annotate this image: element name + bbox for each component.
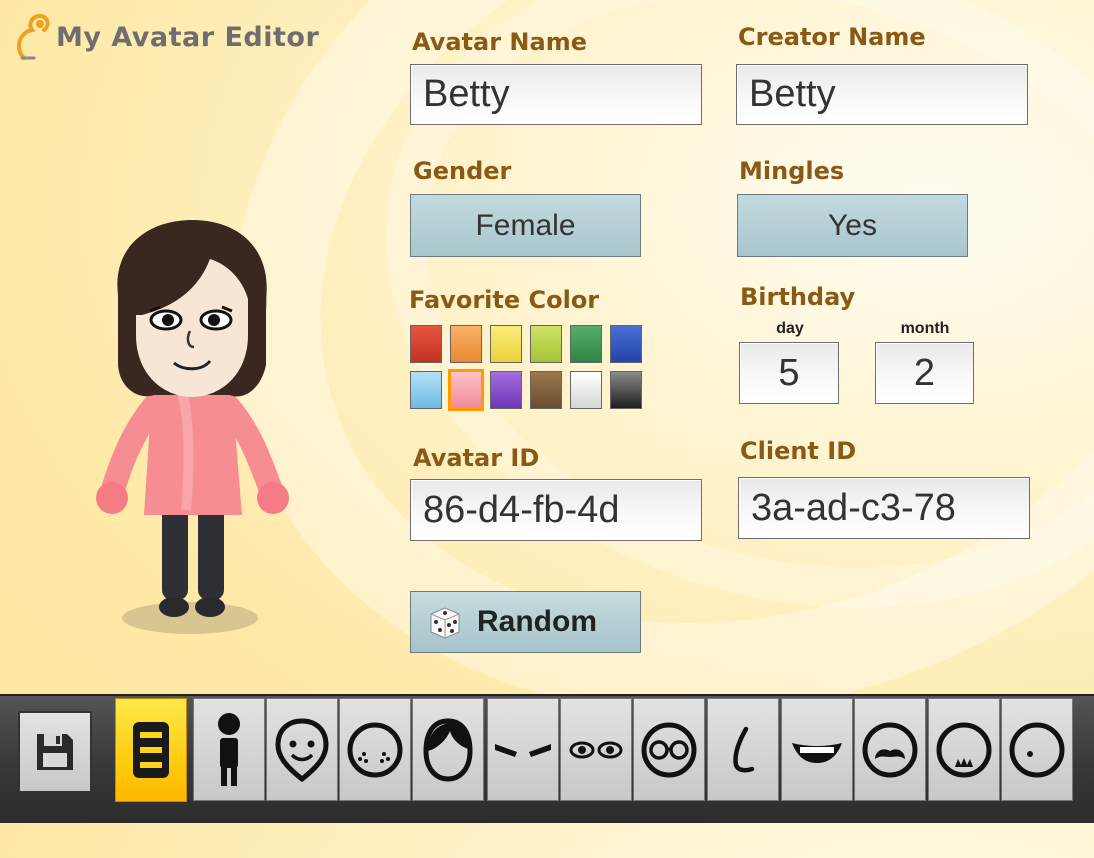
dice-icon bbox=[430, 607, 460, 639]
avatar-name-field[interactable]: Betty bbox=[410, 64, 702, 125]
category-toolbar bbox=[0, 694, 1094, 823]
favorite-color-label: Favorite Color bbox=[409, 286, 600, 314]
client-id-label: Client ID bbox=[740, 437, 857, 465]
color-swatch-lime[interactable] bbox=[530, 325, 562, 363]
profile-tool[interactable] bbox=[115, 698, 187, 802]
random-button-label: Random bbox=[477, 605, 597, 638]
mole-icon bbox=[1009, 722, 1065, 777]
birthday-month-label: month bbox=[900, 320, 950, 337]
mole-tool[interactable] bbox=[1001, 698, 1073, 801]
birthday-day-label: day bbox=[776, 320, 804, 337]
gender-toggle[interactable]: Female bbox=[410, 194, 641, 257]
eyes-icon bbox=[569, 741, 623, 758]
color-swatch-red[interactable] bbox=[410, 325, 442, 363]
nose-tool[interactable] bbox=[707, 698, 779, 801]
gender-label: Gender bbox=[413, 157, 512, 185]
mingles-label: Mingles bbox=[739, 157, 845, 185]
birthday-day-field[interactable]: 5 bbox=[739, 342, 839, 404]
app-title: My Avatar Editor bbox=[16, 12, 319, 62]
creator-name-label: Creator Name bbox=[738, 23, 926, 51]
color-swatch-blue[interactable] bbox=[610, 325, 642, 363]
mustache-icon bbox=[862, 722, 918, 777]
face-features-tool[interactable] bbox=[339, 698, 411, 801]
mingles-toggle[interactable]: Yes bbox=[737, 194, 968, 257]
eyebrows-tool[interactable] bbox=[487, 698, 559, 801]
client-id-field: 3a-ad-c3-78 bbox=[738, 477, 1030, 539]
face-features-icon bbox=[347, 722, 403, 777]
avatar-preview bbox=[96, 220, 289, 634]
color-swatch-white[interactable] bbox=[570, 371, 602, 409]
mouth-icon bbox=[792, 742, 842, 763]
face-shape-tool[interactable] bbox=[266, 698, 338, 801]
save-button[interactable] bbox=[18, 711, 92, 793]
glasses-tool[interactable] bbox=[633, 698, 705, 801]
profile-icon bbox=[133, 722, 169, 778]
glasses-icon bbox=[641, 722, 697, 777]
app-logo-icon bbox=[16, 13, 50, 60]
beard-tool[interactable] bbox=[928, 698, 1000, 801]
creator-name-field[interactable]: Betty bbox=[736, 64, 1028, 125]
beard-icon bbox=[936, 722, 992, 777]
birthday-label: Birthday bbox=[740, 283, 856, 311]
color-swatch-light-blue[interactable] bbox=[410, 371, 442, 409]
hair-tool[interactable] bbox=[412, 698, 484, 801]
hair-icon bbox=[423, 717, 473, 782]
birthday-month-field[interactable]: 2 bbox=[875, 342, 974, 404]
favorite-color-swatches bbox=[410, 325, 642, 412]
avatar-name-label: Avatar Name bbox=[412, 28, 587, 56]
color-swatch-green[interactable] bbox=[570, 325, 602, 363]
avatar-id-field: 86-d4-fb-4d bbox=[410, 479, 702, 541]
color-swatch-brown[interactable] bbox=[530, 371, 562, 409]
mouth-tool[interactable] bbox=[781, 698, 853, 801]
app-title-text: My Avatar Editor bbox=[56, 21, 320, 53]
color-swatch-orange[interactable] bbox=[450, 325, 482, 363]
nose-icon bbox=[733, 726, 755, 772]
face-shape-icon bbox=[275, 717, 329, 782]
mustache-tool[interactable] bbox=[854, 698, 926, 801]
random-button[interactable]: Random bbox=[410, 591, 641, 653]
color-swatch-pink[interactable] bbox=[448, 369, 484, 411]
body-tool[interactable] bbox=[193, 698, 265, 801]
color-swatch-purple[interactable] bbox=[490, 371, 522, 409]
color-swatch-black[interactable] bbox=[610, 371, 642, 409]
body-icon bbox=[218, 712, 240, 786]
eyes-tool[interactable] bbox=[560, 698, 632, 801]
save-icon bbox=[37, 734, 73, 770]
color-swatch-yellow[interactable] bbox=[490, 325, 522, 363]
avatar-id-label: Avatar ID bbox=[413, 444, 540, 472]
eyebrows-icon bbox=[495, 743, 551, 757]
